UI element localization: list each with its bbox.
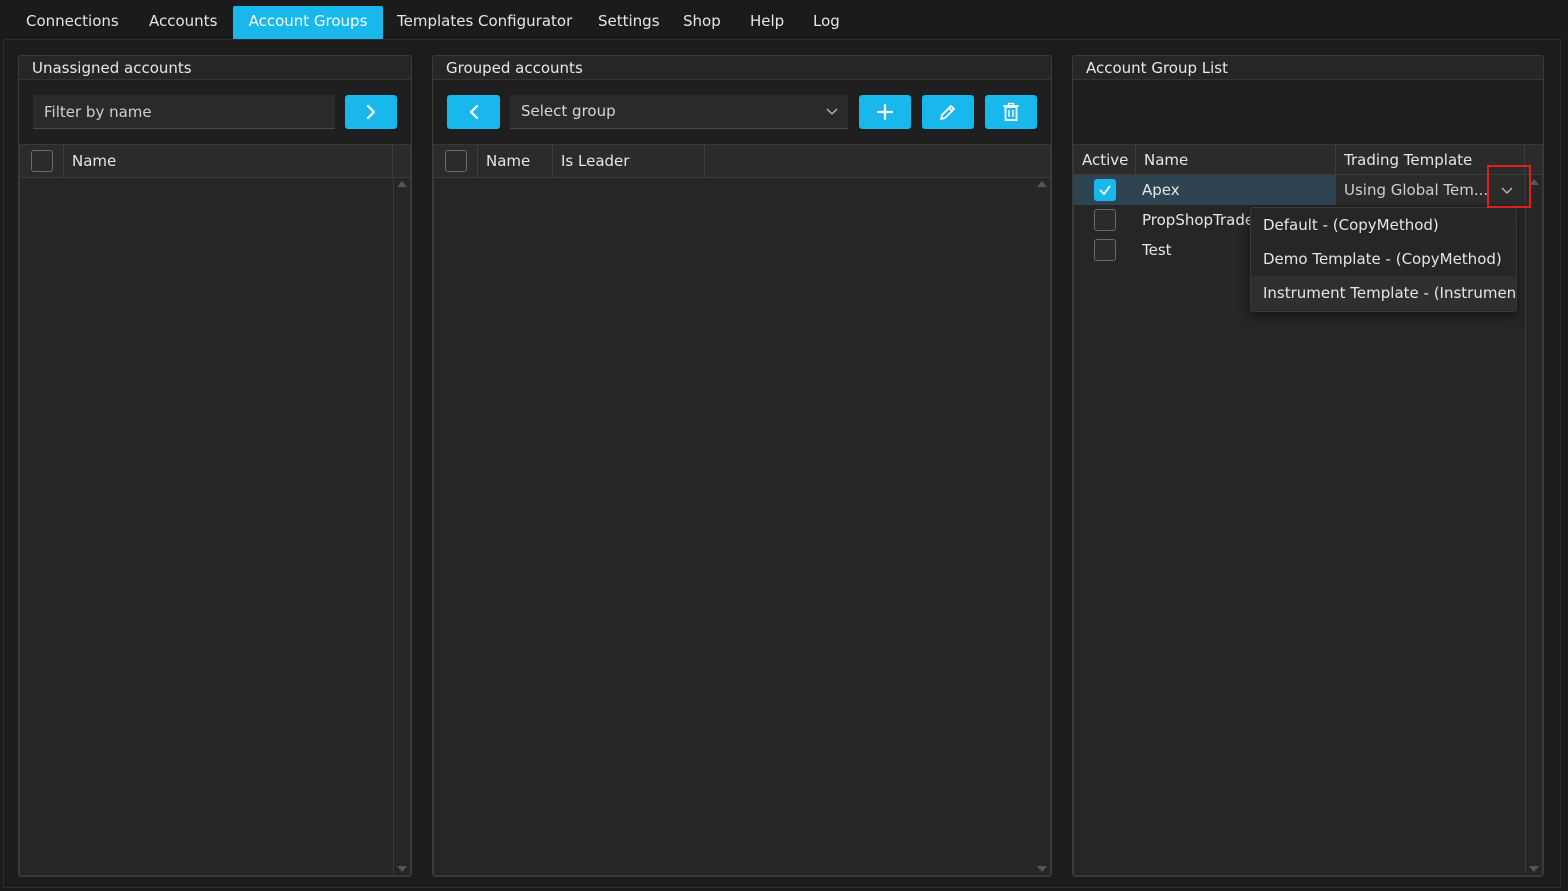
checkmark-icon <box>1099 185 1111 196</box>
tab-shop[interactable]: Shop <box>669 6 735 39</box>
account-group-list-panel: Account Group List Active Name Trading T… <box>1072 55 1544 877</box>
chevron-right-icon <box>366 105 376 119</box>
column-header-active[interactable]: Active <box>1074 145 1136 175</box>
group-name: Test <box>1142 241 1172 259</box>
tab-settings[interactable]: Settings <box>584 6 674 39</box>
tab-accounts[interactable]: Accounts <box>135 6 231 39</box>
column-header-name[interactable]: Name <box>1136 145 1336 175</box>
column-header-is-leader[interactable]: Is Leader <box>553 145 705 178</box>
tab-account-groups[interactable]: Account Groups <box>233 6 383 39</box>
edit-group-button[interactable] <box>922 95 974 129</box>
group-row[interactable]: Apex Using Global Tem... <box>1074 175 1525 205</box>
tab-connections[interactable]: Connections <box>12 6 133 39</box>
active-checkbox[interactable] <box>1094 209 1116 231</box>
column-header-name[interactable]: Name <box>478 145 553 178</box>
account-group-list-title: Account Group List <box>1073 56 1543 80</box>
group-name: Apex <box>1142 181 1180 199</box>
dropdown-option-instrument-template[interactable]: Instrument Template - (Instrument) <box>1251 276 1516 310</box>
dropdown-option-demo-template[interactable]: Demo Template - (CopyMethod) <box>1251 242 1516 276</box>
grouped-accounts-grid: Name Is Leader <box>433 144 1051 876</box>
delete-group-button[interactable] <box>985 95 1037 129</box>
select-group-label: Select group <box>521 102 616 120</box>
select-all-checkbox[interactable] <box>445 150 467 172</box>
grid-header: Name Is Leader <box>434 145 1050 178</box>
dropdown-option-default[interactable]: Default - (CopyMethod) <box>1251 208 1516 242</box>
grouped-accounts-title: Grouped accounts <box>433 56 1051 80</box>
tab-log[interactable]: Log <box>799 6 854 39</box>
grid-header: Active Name Trading Template <box>1074 145 1542 175</box>
trading-template-value: Using Global Tem... <box>1344 181 1489 199</box>
grid-header: Name <box>20 145 410 178</box>
select-all-column <box>434 145 478 178</box>
highlight-annotation <box>1487 165 1531 208</box>
unassigned-accounts-panel: Unassigned accounts Name <box>18 55 412 877</box>
select-all-column <box>20 145 64 178</box>
scrollbar-track[interactable] <box>1525 175 1526 875</box>
tab-help[interactable]: Help <box>736 6 798 39</box>
scroll-down-arrow-icon[interactable] <box>1037 866 1047 872</box>
active-checkbox[interactable] <box>1094 179 1116 201</box>
tab-templates-configurator[interactable]: Templates Configurator <box>383 6 586 39</box>
unassigned-accounts-title: Unassigned accounts <box>19 56 411 80</box>
filter-by-name-input[interactable] <box>33 95 335 129</box>
select-group-dropdown[interactable]: Select group <box>510 95 848 129</box>
main-tab-bar: Connections Accounts Account Groups Temp… <box>0 0 1568 40</box>
chevron-left-icon <box>469 105 478 119</box>
select-all-checkbox[interactable] <box>31 150 53 172</box>
scroll-down-arrow-icon[interactable] <box>1529 866 1539 872</box>
grouped-accounts-panel: Grouped accounts Select group Name Is Le… <box>432 55 1052 877</box>
trash-icon <box>1003 102 1019 121</box>
add-group-button[interactable] <box>859 95 911 129</box>
pencil-icon <box>940 105 955 120</box>
scroll-down-arrow-icon[interactable] <box>397 866 407 872</box>
unassign-from-group-button[interactable] <box>447 95 500 129</box>
plus-icon <box>876 103 894 121</box>
active-checkbox[interactable] <box>1094 239 1116 261</box>
assign-to-group-button[interactable] <box>345 95 397 129</box>
group-name: PropShopTrade <box>1142 211 1255 229</box>
scroll-up-arrow-icon[interactable] <box>1037 181 1047 187</box>
chevron-down-icon <box>826 108 838 115</box>
column-header-name[interactable]: Name <box>64 145 393 178</box>
scroll-up-arrow-icon[interactable] <box>397 181 407 187</box>
scrollbar-track[interactable] <box>393 178 394 875</box>
unassigned-accounts-grid: Name <box>19 144 411 876</box>
trading-template-dropdown-list: Default - (CopyMethod) Demo Template - (… <box>1250 207 1517 312</box>
